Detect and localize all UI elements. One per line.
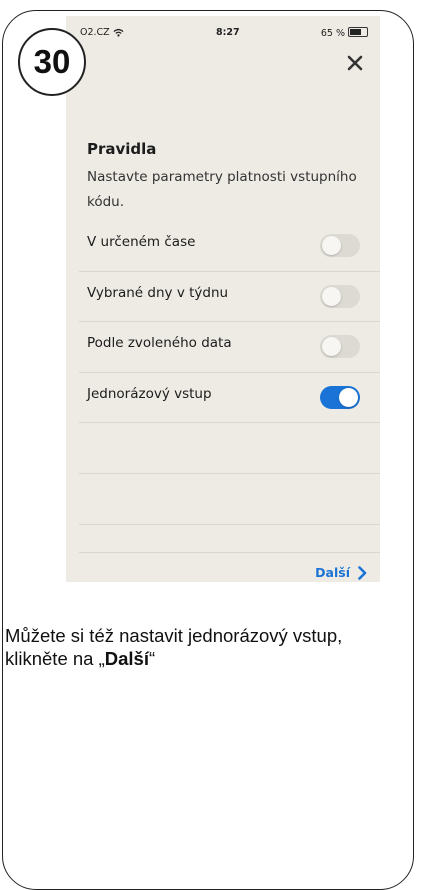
battery-icon [348,27,368,37]
rule-label: V určeném čase [87,234,196,250]
toggle-time[interactable] [320,234,360,257]
step-number: 30 [33,43,71,80]
battery-status: 65 % [321,27,368,39]
toggle-knob [322,337,341,356]
screen-title: Pravidla [87,140,157,158]
rule-row-date: Podle zvoleného data [79,322,380,373]
close-icon[interactable] [344,52,366,74]
next-button[interactable]: Další [315,565,367,580]
toggle-knob [339,387,358,407]
toggle-knob [322,236,341,255]
toggle-date[interactable] [320,335,360,358]
status-bar: O2.CZ 8:27 65 % [66,16,380,46]
screen-description: Nastavte parametry platnosti vstupního k… [87,169,357,210]
toggle-single-entry[interactable] [320,385,360,409]
rule-row-single-entry: Jednorázový vstup [79,373,380,423]
rules-list: V určeném čase Vybrané dny v týdnu Podle… [79,221,380,525]
toggle-knob [322,286,341,306]
rule-row-weekdays: Vybrané dny v týdnu [79,272,380,322]
rule-row-time: V určeném čase [79,221,380,272]
toggle-weekdays[interactable] [320,284,360,308]
rule-label: Jednorázový vstup [87,385,212,402]
wifi-icon [113,28,124,37]
caption-bold-next: Další [104,648,149,669]
empty-row [79,423,380,474]
rule-label: Podle zvoleného data [87,335,232,351]
instruction-caption: Můžete si též nastavit jednorázový vstup… [5,625,343,669]
phone-screenshot: O2.CZ 8:27 65 % Pravidla Nastavte parame… [66,16,380,582]
empty-row [79,474,380,525]
carrier: O2.CZ [80,27,124,38]
footer-divider [79,552,380,553]
status-time: 8:27 [216,27,240,38]
chevron-right-icon [358,565,367,580]
next-label: Další [315,565,350,580]
step-number-badge: 30 [18,28,86,96]
rule-label: Vybrané dny v týdnu [87,284,229,301]
